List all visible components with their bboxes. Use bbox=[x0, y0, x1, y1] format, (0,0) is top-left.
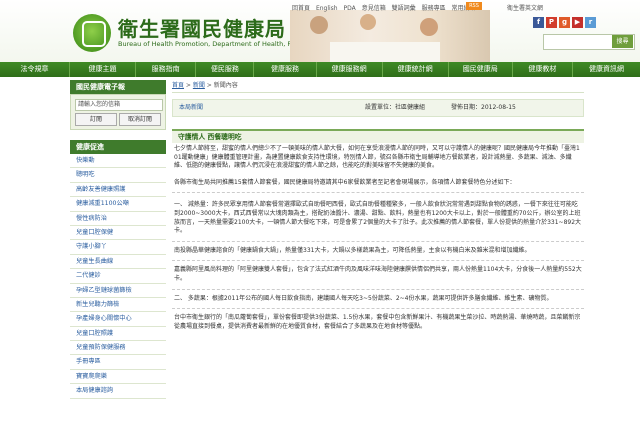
top-link-english[interactable]: English bbox=[316, 5, 338, 12]
article: 守護情人 西餐聰明吃 七夕情人節將至，甜蜜的情人們總少不了一頓美味的情人節大餐，… bbox=[172, 129, 584, 331]
breadcrumb-news[interactable]: 新聞 bbox=[193, 82, 205, 89]
article-paragraph: 七夕情人節將至，甜蜜的情人們總少不了一頓美味的情人節大餐，如何在享受浪漫情人節的… bbox=[174, 145, 580, 170]
sidebar-item[interactable]: 守護小腳丫 bbox=[70, 240, 166, 255]
article-paragraph: 台中市衛生銀行的「南瓜蘿蔔套餐」，單份套餐即提供3份蔬菜、1.5份水果，套餐中包… bbox=[174, 314, 581, 330]
sidebar-item[interactable]: 慢性病防治 bbox=[70, 212, 166, 226]
page: 衛生署國民健康局 Bureau of Health Promotion, Dep… bbox=[0, 0, 640, 426]
subscribe-button[interactable]: 訂閱 bbox=[75, 113, 117, 126]
sidebar-item[interactable]: 兒童口腔照護 bbox=[70, 327, 166, 342]
breadcrumb-current: 新聞內容 bbox=[213, 82, 238, 89]
sidebar-item[interactable]: 寶寶爬爬樂 bbox=[70, 370, 166, 385]
doh-english-link[interactable]: 衛生署英文網 bbox=[507, 3, 543, 12]
nav-item-health-statistics[interactable]: 健康統計網 bbox=[383, 62, 449, 77]
sidebar-item[interactable]: 手冊專區 bbox=[70, 355, 166, 370]
facebook-icon[interactable]: f bbox=[533, 17, 544, 28]
article-meta-bar: 本局新聞 設置單位：社區健康組 發佈日期：2012-08-15 bbox=[172, 99, 584, 117]
breadcrumb-home[interactable]: 首頁 bbox=[172, 82, 184, 89]
sidebar-item[interactable]: 新生兒聽力篩檢 bbox=[70, 298, 166, 313]
nav-item-health-service-net[interactable]: 健康服務網 bbox=[317, 62, 383, 77]
breadcrumb: 首頁 > 新聞 > 新聞內容 bbox=[172, 80, 584, 93]
rss-icon[interactable]: RSS bbox=[466, 2, 482, 10]
article-paragraph: 一、 減熱量：許多民眾享用情人節套餐常選擇歐式自助餐吧西餐，歐式自助餐種種繁多，… bbox=[174, 201, 582, 235]
logo-icon[interactable] bbox=[73, 14, 111, 52]
sidebar-item[interactable]: 兒童生長曲線 bbox=[70, 255, 166, 270]
sidebar-menu: 快樂動 聰明吃 高齡友善健康照護 健康減重1100公噸 慢性病防治 兒童口腔保健… bbox=[70, 154, 166, 399]
sidebar-item[interactable]: 聰明吃 bbox=[70, 168, 166, 183]
sidebar-item[interactable]: 二代健診 bbox=[70, 269, 166, 284]
top-link-home[interactable]: 回首頁 bbox=[292, 5, 310, 12]
newsletter-box: 請輸入您的信箱 訂閱 取消訂閱 bbox=[70, 94, 166, 130]
article-title: 守護情人 西餐聰明吃 bbox=[172, 131, 584, 143]
social-icons: f P g ▶ r bbox=[533, 17, 596, 28]
article-paragraph: 各縣市衛生局共同推薦15套情人節套餐，國民健康局特邀請其中6家餐飲業者至記者會現… bbox=[174, 178, 516, 186]
news-category-link[interactable]: 本局新聞 bbox=[179, 100, 203, 116]
nav-item-materials[interactable]: 健康教材 bbox=[513, 62, 573, 77]
publish-unit: 設置單位：社區健康組 bbox=[365, 104, 426, 111]
site-title[interactable]: 衛生署國民健康局 bbox=[118, 13, 286, 42]
sidebar-item[interactable]: 孕婦乙型鏈球菌篩檢 bbox=[70, 284, 166, 298]
sidebar-item[interactable]: 快樂動 bbox=[70, 154, 166, 169]
top-links: 回首頁 English PDA 意見信箱 雙語詞彙 服務專區 常用網站 bbox=[292, 3, 480, 12]
site-header: 衛生署國民健康局 Bureau of Health Promotion, Dep… bbox=[0, 0, 640, 62]
nav-item-regulations[interactable]: 法令規章 bbox=[0, 62, 71, 77]
google-icon[interactable]: g bbox=[559, 17, 570, 28]
sidebar-item[interactable]: 兒童預防保健服務 bbox=[70, 341, 166, 356]
article-paragraph: 嘉義縣阿里風尚料理的「阿里健康雙人套餐」，包含了法式紅酒牛肉及風味洋味海陸健康饌… bbox=[174, 266, 582, 282]
left-sidebar: 國民健康電子報 請輸入您的信箱 訂閱 取消訂閱 健康促進 快樂動 聰明吃 高齡友… bbox=[70, 80, 166, 426]
youtube-icon[interactable]: ▶ bbox=[572, 17, 583, 28]
top-link-pda[interactable]: PDA bbox=[344, 5, 356, 12]
top-link-feedback[interactable]: 意見信箱 bbox=[362, 5, 386, 12]
main-content: 首頁 > 新聞 > 新聞內容 本局新聞 設置單位：社區健康組 發佈日期：2012… bbox=[172, 80, 584, 426]
health-promotion-heading: 健康促進 bbox=[70, 140, 166, 154]
article-paragraph: 南投縣晶華健康諮食的「健康鍋食大鍋」，熱量僅331大卡，大鍋以多樣蔬果為主，可降… bbox=[174, 246, 531, 254]
rss-feed-icon[interactable]: r bbox=[585, 17, 596, 28]
nav-item-citizen-service[interactable]: 便民服務 bbox=[196, 62, 255, 77]
newsletter-heading: 國民健康電子報 bbox=[70, 80, 166, 94]
sidebar-item[interactable]: 孕產婦身心關懷中心 bbox=[70, 312, 166, 327]
sidebar-item[interactable]: 高齡友善健康照護 bbox=[70, 183, 166, 198]
header-banner-image bbox=[290, 10, 490, 62]
sidebar-item[interactable]: 兒童口腔保健 bbox=[70, 226, 166, 241]
sidebar-item[interactable]: 健康減重1100公噸 bbox=[70, 197, 166, 212]
main-nav: 法令規章 健康主題 服務指南 便民服務 健康服務 健康服務網 健康統計網 國民健… bbox=[0, 62, 640, 77]
nav-item-bureau[interactable]: 國民健康局 bbox=[449, 62, 513, 77]
top-link-glossary[interactable]: 雙語詞彙 bbox=[392, 5, 416, 12]
nav-item-health-topics[interactable]: 健康主題 bbox=[70, 62, 137, 77]
newsletter-email-input[interactable]: 請輸入您的信箱 bbox=[75, 99, 163, 111]
top-link-services[interactable]: 服務專區 bbox=[422, 5, 446, 12]
nav-item-service-guide[interactable]: 服務指南 bbox=[136, 62, 197, 77]
unsubscribe-button[interactable]: 取消訂閱 bbox=[119, 113, 161, 126]
sidebar-item[interactable]: 本局健康諮詢 bbox=[70, 384, 166, 399]
publish-date: 發佈日期：2012-08-15 bbox=[451, 104, 516, 111]
article-paragraph: 二、 多蔬果：根據2011年公布的國人每日飲食指南，建議國人每天吃3~5份蔬菜、… bbox=[174, 294, 553, 302]
site-search-button[interactable]: 搜尋 bbox=[612, 35, 633, 48]
plurk-icon[interactable]: P bbox=[546, 17, 557, 28]
nav-item-health-service[interactable]: 健康服務 bbox=[254, 62, 317, 77]
nav-item-health-info[interactable]: 健康資訊網 bbox=[573, 62, 640, 77]
